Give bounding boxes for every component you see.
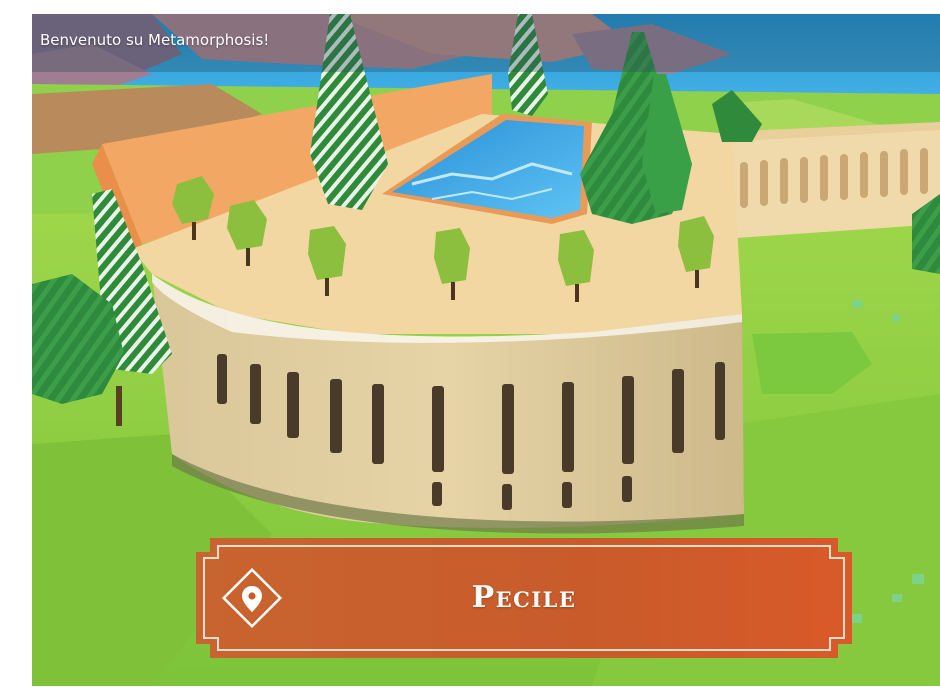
top-status-bar: Benvenuto su Metamorphosis!: [32, 14, 940, 72]
welcome-message: Benvenuto su Metamorphosis!: [40, 31, 270, 49]
location-name: Pecile: [471, 580, 577, 615]
location-banner[interactable]: Pecile: [196, 538, 852, 658]
game-viewport[interactable]: Benvenuto su Metamorphosis! Pecile: [32, 14, 940, 686]
